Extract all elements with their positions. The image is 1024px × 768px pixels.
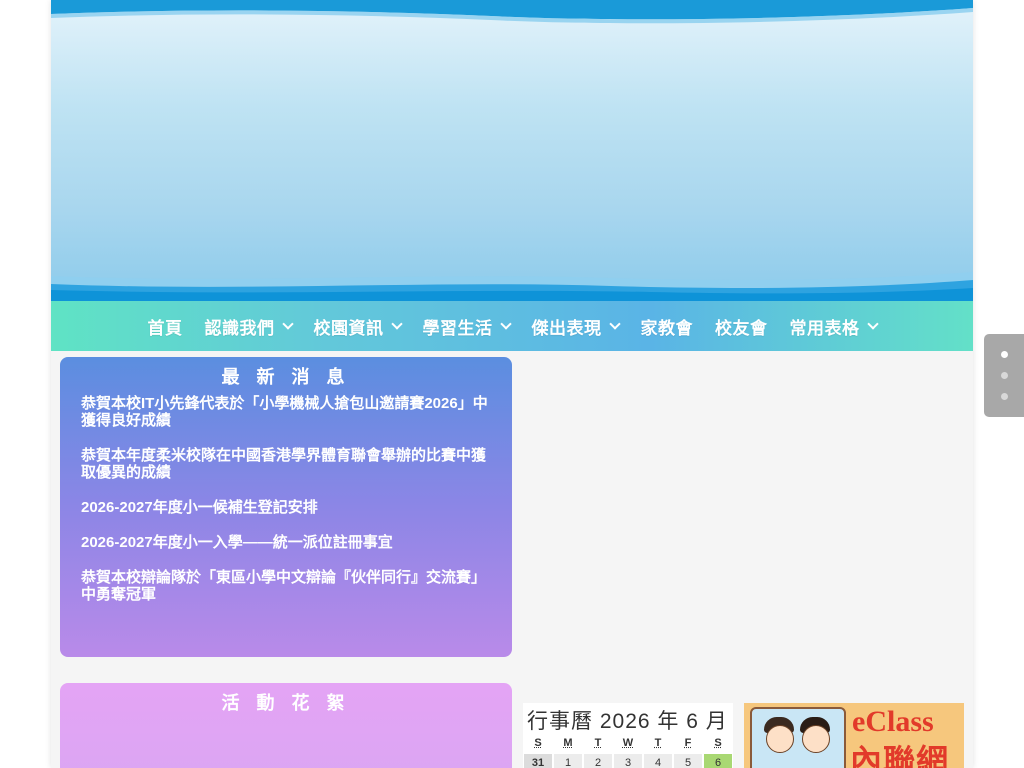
news-title: 最 新 消 息 [221,367,351,387]
calendar-weekday-row: S M T W T F S [523,733,733,753]
weekday-label: T [654,737,662,749]
weekday-label: S [534,737,542,749]
weekday-label: S [714,737,722,749]
header-banner [51,0,973,301]
face-shape [802,725,830,753]
slider-dot[interactable] [1001,372,1008,379]
weekday-label: F [684,737,692,749]
nav-item-pta[interactable]: 家教會 [630,314,705,339]
news-item[interactable]: 2026-2027年度小一入學——統一派位註冊事宜 [81,534,499,551]
slider-pagination [984,334,1024,417]
nav-label: 認識我們 [204,318,275,338]
nav-label: 校園資訊 [313,318,384,338]
nav-item-achievements[interactable]: 傑出表現 [521,314,630,339]
nav-label: 校友會 [715,318,768,338]
nav-label: 常用表格 [789,318,860,338]
news-list: 恭賀本校IT小先鋒代表於「小學機械人搶包山邀請賽2026」中獲得良好成績 恭賀本… [81,395,499,603]
nav-label: 學習生活 [422,318,493,338]
banner-bottom-wave [51,272,973,301]
face-shape [766,725,794,753]
chevron-down-icon [390,318,403,330]
calendar-day[interactable]: 5 [674,754,702,768]
nav-label: 傑出表現 [531,318,602,338]
chevron-down-icon [281,318,294,330]
main-nav: 首頁 認識我們 校園資訊 學習生活 傑出表現 家教會 校友會 常用表格 [51,301,973,351]
slider-dot[interactable] [1001,393,1008,400]
nav-item-campus-info[interactable]: 校園資訊 [303,314,412,339]
nav-item-learning[interactable]: 學習生活 [412,314,521,339]
chevron-down-icon [499,318,512,330]
eclass-intranet-banner[interactable]: eClass 內聯網 [744,703,964,768]
news-item[interactable]: 恭賀本校IT小先鋒代表於「小學機械人搶包山邀請賽2026」中獲得良好成績 [81,395,499,429]
nav-item-forms[interactable]: 常用表格 [779,314,888,339]
nav-label: 首頁 [147,318,183,338]
kids-illustration-icon [750,707,846,768]
calendar-day[interactable]: 3 [614,754,642,768]
calendar-day[interactable]: 6 [704,754,732,768]
eclass-subtitle: 內聯網 [850,743,950,768]
slider-dot-active[interactable] [1001,351,1008,358]
nav-label: 家教會 [640,318,693,338]
weekday-label: T [594,737,602,749]
activity-title: 活 動 花 絮 [221,693,351,713]
calendar-day[interactable]: 1 [554,754,582,768]
chevron-down-icon [608,318,621,330]
news-item[interactable]: 恭賀本校辯論隊於「東區小學中文辯論『伙伴同行』交流賽」中勇奪冠軍 [81,569,499,603]
calendar-widget: 行事曆 2026 年 6 月 S M T W T F S 31 1 2 3 4 … [523,703,733,768]
calendar-grid: S M T W T F S 31 1 2 3 4 5 6 [523,733,733,768]
news-item[interactable]: 恭賀本年度柔米校隊在中國香港學界體育聯會舉辦的比賽中獲取優異的成績 [81,447,499,481]
activity-panel: 活 動 花 絮 [60,683,512,768]
nav-item-home[interactable]: 首頁 [137,314,194,339]
weekday-label: W [622,737,634,749]
news-item[interactable]: 2026-2027年度小一候補生登記安排 [81,499,499,516]
nav-item-alumni[interactable]: 校友會 [704,314,779,339]
calendar-title: 行事曆 2026 年 6 月 [527,710,728,733]
eclass-logo-text: eClass [852,705,934,738]
nav-item-about[interactable]: 認識我們 [194,314,303,339]
calendar-day[interactable]: 4 [644,754,672,768]
calendar-day[interactable]: 2 [584,754,612,768]
news-panel: 最 新 消 息 恭賀本校IT小先鋒代表於「小學機械人搶包山邀請賽2026」中獲得… [60,357,512,657]
weekday-label: M [563,737,573,749]
banner-top-wave [51,0,973,24]
chevron-down-icon [866,318,879,330]
calendar-week-row: 31 1 2 3 4 5 6 [523,753,733,768]
calendar-day[interactable]: 31 [524,754,552,768]
page-container: 首頁 認識我們 校園資訊 學習生活 傑出表現 家教會 校友會 常用表格 最 新 … [51,0,973,768]
